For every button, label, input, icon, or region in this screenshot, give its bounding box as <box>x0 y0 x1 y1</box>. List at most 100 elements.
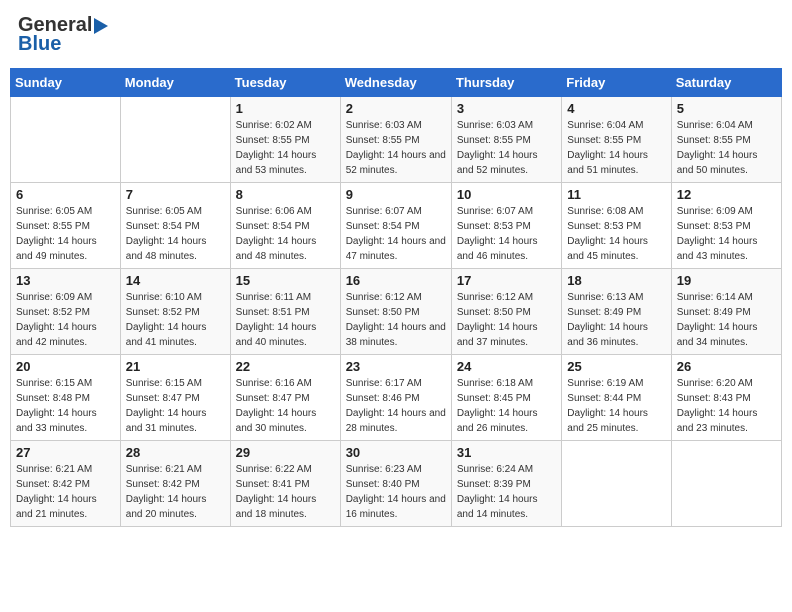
calendar-cell: 22Sunrise: 6:16 AMSunset: 8:47 PMDayligh… <box>230 355 340 441</box>
day-detail: Sunrise: 6:21 AMSunset: 8:42 PMDaylight:… <box>16 462 115 522</box>
day-detail: Sunrise: 6:04 AMSunset: 8:55 PMDaylight:… <box>677 118 776 178</box>
day-number: 6 <box>16 187 115 202</box>
calendar-cell: 5 Sunrise: 6:04 AMSunset: 8:55 PMDaylight… <box>671 97 781 183</box>
calendar-cell: 3 Sunrise: 6:03 AMSunset: 8:55 PMDaylight… <box>451 97 561 183</box>
calendar-cell: 27 Sunrise: 6:21 AMSunset: 8:42 PMDayligh… <box>11 441 121 527</box>
calendar-cell: 10 Sunrise: 6:07 AMSunset: 8:53 PMDayligh… <box>451 183 561 269</box>
day-number: 31 <box>457 445 556 460</box>
day-detail: Sunrise: 6:20 AMSunset: 8:43 PMDaylight:… <box>677 376 776 436</box>
day-detail: Sunrise: 6:18 AMSunset: 8:45 PMDaylight:… <box>457 376 556 436</box>
day-detail: Sunrise: 6:07 AMSunset: 8:53 PMDaylight:… <box>457 204 556 264</box>
day-detail: Sunrise: 6:03 AMSunset: 8:55 PMDaylight:… <box>457 118 556 178</box>
calendar-cell: 30 Sunrise: 6:23 AMSunset: 8:40 PMDayligh… <box>340 441 451 527</box>
day-number: 10 <box>457 187 556 202</box>
day-detail: Sunrise: 6:08 AMSunset: 8:53 PMDaylight:… <box>567 204 665 264</box>
weekday-header-friday: Friday <box>562 69 671 97</box>
day-detail: Sunrise: 6:17 AMSunset: 8:46 PMDaylight:… <box>346 376 446 436</box>
calendar-cell: 19Sunrise: 6:14 AMSunset: 8:49 PMDayligh… <box>671 269 781 355</box>
day-number: 27 <box>16 445 115 460</box>
day-number: 17 <box>457 273 556 288</box>
calendar-cell: 11 Sunrise: 6:08 AMSunset: 8:53 PMDayligh… <box>562 183 671 269</box>
weekday-header-tuesday: Tuesday <box>230 69 340 97</box>
calendar-cell <box>671 441 781 527</box>
calendar-cell: 14 Sunrise: 6:10 AMSunset: 8:52 PMDayligh… <box>120 269 230 355</box>
logo-blue: Blue <box>18 33 61 56</box>
calendar-cell: 7 Sunrise: 6:05 AMSunset: 8:54 PMDaylight… <box>120 183 230 269</box>
day-detail: Sunrise: 6:24 AMSunset: 8:39 PMDaylight:… <box>457 462 556 522</box>
day-detail: Sunrise: 6:07 AMSunset: 8:54 PMDaylight:… <box>346 204 446 264</box>
calendar-cell: 17 Sunrise: 6:12 AMSunset: 8:50 PMDayligh… <box>451 269 561 355</box>
calendar-cell: 31 Sunrise: 6:24 AMSunset: 8:39 PMDayligh… <box>451 441 561 527</box>
day-detail: Sunrise: 6:05 AMSunset: 8:54 PMDaylight:… <box>126 204 225 264</box>
calendar-cell: 21 Sunrise: 6:15 AMSunset: 8:47 PMDayligh… <box>120 355 230 441</box>
calendar-cell: 24 Sunrise: 6:18 AMSunset: 8:45 PMDayligh… <box>451 355 561 441</box>
day-detail: Sunrise: 6:10 AMSunset: 8:52 PMDaylight:… <box>126 290 225 350</box>
calendar-cell: 1Sunrise: 6:02 AMSunset: 8:55 PMDaylight… <box>230 97 340 183</box>
day-detail: Sunrise: 6:22 AMSunset: 8:41 PMDaylight:… <box>236 462 335 522</box>
calendar-cell: 29 Sunrise: 6:22 AMSunset: 8:41 PMDayligh… <box>230 441 340 527</box>
day-detail: Sunrise: 6:03 AMSunset: 8:55 PMDaylight:… <box>346 118 446 178</box>
calendar-cell: 12Sunrise: 6:09 AMSunset: 8:53 PMDayligh… <box>671 183 781 269</box>
day-number: 11 <box>567 187 665 202</box>
calendar-cell: 4 Sunrise: 6:04 AMSunset: 8:55 PMDaylight… <box>562 97 671 183</box>
day-number: 2 <box>346 101 446 116</box>
day-number: 9 <box>346 187 446 202</box>
weekday-header-sunday: Sunday <box>11 69 121 97</box>
week-row-4: 20 Sunrise: 6:15 AMSunset: 8:48 PMDayligh… <box>11 355 782 441</box>
calendar-cell: 25 Sunrise: 6:19 AMSunset: 8:44 PMDayligh… <box>562 355 671 441</box>
weekday-header-row: SundayMondayTuesdayWednesdayThursdayFrid… <box>11 69 782 97</box>
weekday-header-saturday: Saturday <box>671 69 781 97</box>
day-number: 20 <box>16 359 115 374</box>
day-detail: Sunrise: 6:13 AMSunset: 8:49 PMDaylight:… <box>567 290 665 350</box>
day-number: 30 <box>346 445 446 460</box>
week-row-1: 1Sunrise: 6:02 AMSunset: 8:55 PMDaylight… <box>11 97 782 183</box>
week-row-3: 13 Sunrise: 6:09 AMSunset: 8:52 PMDayligh… <box>11 269 782 355</box>
day-number: 22 <box>236 359 335 374</box>
calendar-cell: 6Sunrise: 6:05 AMSunset: 8:55 PMDaylight… <box>11 183 121 269</box>
day-number: 1 <box>236 101 335 116</box>
page-header: General Blue <box>10 10 782 60</box>
day-number: 28 <box>126 445 225 460</box>
weekday-header-wednesday: Wednesday <box>340 69 451 97</box>
day-number: 15 <box>236 273 335 288</box>
logo-arrow-icon <box>94 18 108 34</box>
day-detail: Sunrise: 6:09 AMSunset: 8:52 PMDaylight:… <box>16 290 115 350</box>
day-detail: Sunrise: 6:19 AMSunset: 8:44 PMDaylight:… <box>567 376 665 436</box>
day-number: 4 <box>567 101 665 116</box>
logo: General Blue <box>18 14 108 56</box>
day-number: 8 <box>236 187 335 202</box>
day-number: 24 <box>457 359 556 374</box>
day-number: 3 <box>457 101 556 116</box>
day-detail: Sunrise: 6:06 AMSunset: 8:54 PMDaylight:… <box>236 204 335 264</box>
day-number: 16 <box>346 273 446 288</box>
day-detail: Sunrise: 6:14 AMSunset: 8:49 PMDaylight:… <box>677 290 776 350</box>
day-number: 21 <box>126 359 225 374</box>
day-number: 13 <box>16 273 115 288</box>
day-number: 14 <box>126 273 225 288</box>
day-number: 18 <box>567 273 665 288</box>
day-number: 23 <box>346 359 446 374</box>
week-row-5: 27 Sunrise: 6:21 AMSunset: 8:42 PMDayligh… <box>11 441 782 527</box>
calendar-cell <box>11 97 121 183</box>
day-detail: Sunrise: 6:15 AMSunset: 8:48 PMDaylight:… <box>16 376 115 436</box>
calendar-cell: 20 Sunrise: 6:15 AMSunset: 8:48 PMDayligh… <box>11 355 121 441</box>
calendar-cell: 28Sunrise: 6:21 AMSunset: 8:42 PMDayligh… <box>120 441 230 527</box>
calendar-cell: 16 Sunrise: 6:12 AMSunset: 8:50 PMDayligh… <box>340 269 451 355</box>
day-number: 5 <box>677 101 776 116</box>
calendar-table: SundayMondayTuesdayWednesdayThursdayFrid… <box>10 68 782 527</box>
day-number: 29 <box>236 445 335 460</box>
day-detail: Sunrise: 6:04 AMSunset: 8:55 PMDaylight:… <box>567 118 665 178</box>
calendar-cell: 8 Sunrise: 6:06 AMSunset: 8:54 PMDaylight… <box>230 183 340 269</box>
day-number: 25 <box>567 359 665 374</box>
calendar-cell <box>562 441 671 527</box>
day-number: 12 <box>677 187 776 202</box>
week-row-2: 6Sunrise: 6:05 AMSunset: 8:55 PMDaylight… <box>11 183 782 269</box>
day-number: 7 <box>126 187 225 202</box>
day-detail: Sunrise: 6:12 AMSunset: 8:50 PMDaylight:… <box>346 290 446 350</box>
calendar-cell: 2 Sunrise: 6:03 AMSunset: 8:55 PMDaylight… <box>340 97 451 183</box>
day-detail: Sunrise: 6:15 AMSunset: 8:47 PMDaylight:… <box>126 376 225 436</box>
day-detail: Sunrise: 6:11 AMSunset: 8:51 PMDaylight:… <box>236 290 335 350</box>
day-detail: Sunrise: 6:23 AMSunset: 8:40 PMDaylight:… <box>346 462 446 522</box>
day-detail: Sunrise: 6:12 AMSunset: 8:50 PMDaylight:… <box>457 290 556 350</box>
weekday-header-monday: Monday <box>120 69 230 97</box>
